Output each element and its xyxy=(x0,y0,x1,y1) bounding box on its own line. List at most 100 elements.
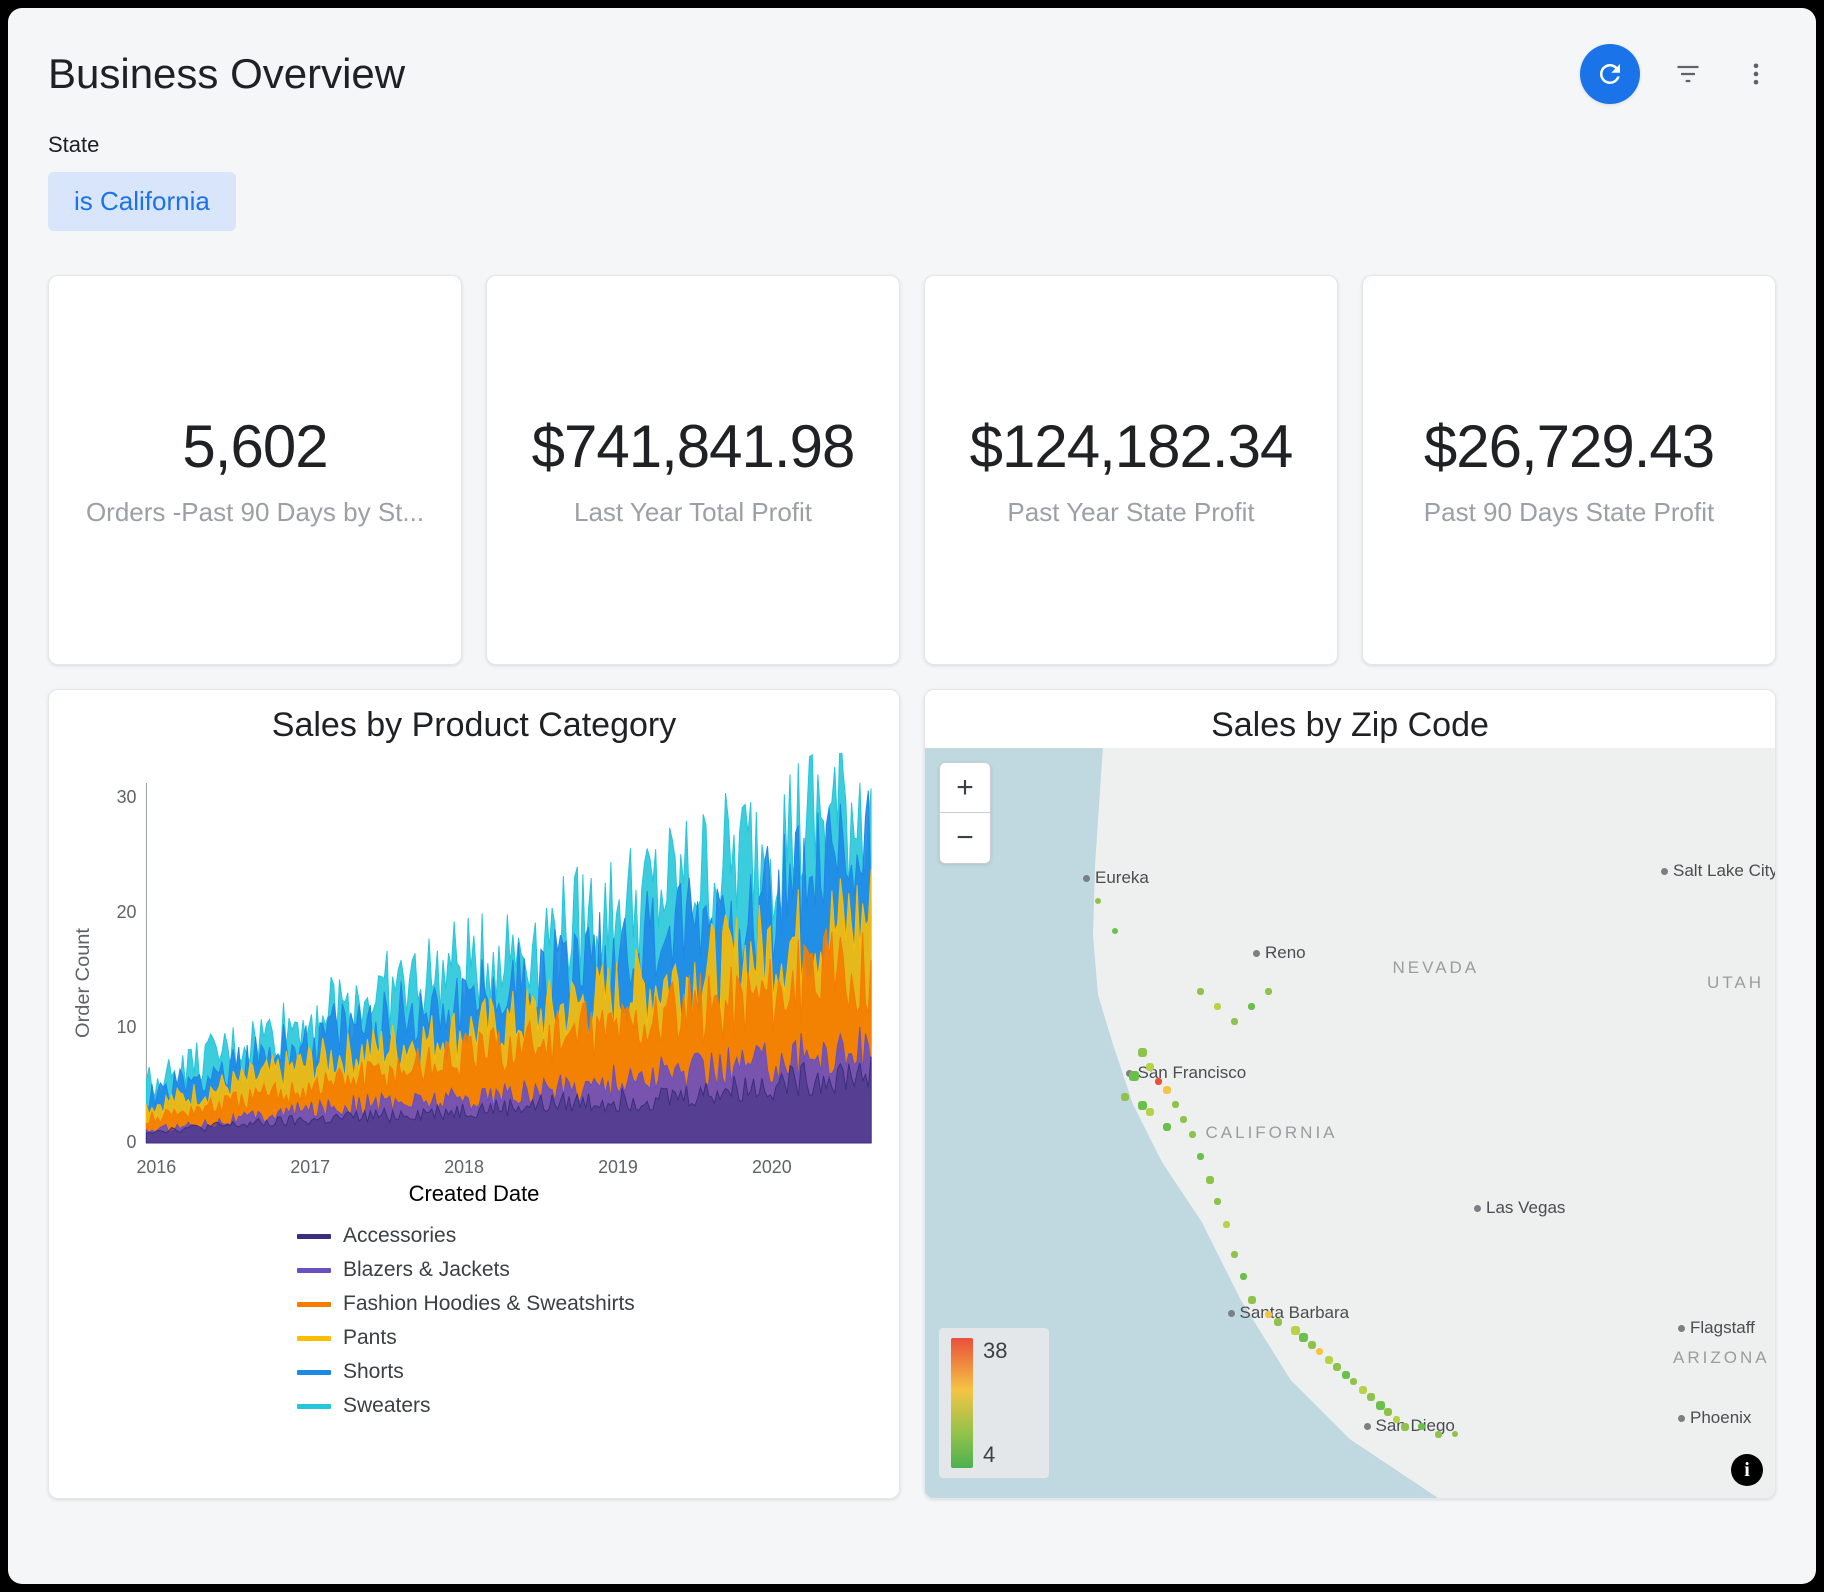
filter-chip-state[interactable]: is California xyxy=(48,172,236,231)
zip-dot[interactable] xyxy=(1384,1408,1392,1416)
kpi-value: 5,602 xyxy=(182,412,327,481)
kpi-label: Past Year State Profit xyxy=(1007,497,1254,528)
map-land-svg xyxy=(925,748,1775,1498)
zip-dot[interactable] xyxy=(1359,1386,1367,1394)
svg-text:2020: 2020 xyxy=(752,1157,792,1177)
zip-dot[interactable] xyxy=(1163,1123,1171,1131)
refresh-button[interactable] xyxy=(1580,44,1640,104)
zip-dot[interactable] xyxy=(1146,1108,1154,1116)
map-info-button[interactable]: i xyxy=(1731,1454,1763,1486)
zip-dot[interactable] xyxy=(1197,1153,1204,1160)
kpi-label: Orders -Past 90 Days by St... xyxy=(86,497,424,528)
zip-dot[interactable] xyxy=(1197,988,1204,995)
x-axis: 2016 2017 2018 2019 2020 xyxy=(136,1157,791,1177)
svg-text:30: 30 xyxy=(117,787,137,807)
zip-dot[interactable] xyxy=(1146,1063,1154,1071)
header-actions xyxy=(1580,44,1776,104)
kpi-label: Last Year Total Profit xyxy=(574,497,812,528)
kpi-orders-90d[interactable]: 5,602 Orders -Past 90 Days by St... xyxy=(48,275,462,665)
kpi-label: Past 90 Days State Profit xyxy=(1424,497,1714,528)
zip-dot[interactable] xyxy=(1367,1393,1375,1401)
zip-dot[interactable] xyxy=(1333,1363,1341,1371)
kpi-past-year-state-profit[interactable]: $124,182.34 Past Year State Profit xyxy=(924,275,1338,665)
legend-swatch xyxy=(297,1336,331,1341)
zip-dot[interactable] xyxy=(1223,1221,1230,1228)
zip-dot[interactable] xyxy=(1214,1003,1221,1010)
zip-dot[interactable] xyxy=(1189,1131,1196,1138)
zip-dot[interactable] xyxy=(1172,1101,1179,1108)
kpi-value: $741,841.98 xyxy=(532,412,855,481)
zip-dot[interactable] xyxy=(1206,1176,1214,1184)
zip-dot[interactable] xyxy=(1308,1341,1316,1349)
svg-text:2016: 2016 xyxy=(136,1157,176,1177)
legend-swatch xyxy=(297,1234,331,1239)
map-state-label: UTAH xyxy=(1707,973,1764,993)
map-canvas[interactable]: + − 38 4 i NEVADACALIFORNIAUTAHARIZONAEu… xyxy=(925,748,1775,1498)
kpi-row: 5,602 Orders -Past 90 Days by St... $741… xyxy=(48,275,1776,665)
svg-text:20: 20 xyxy=(117,902,137,922)
zip-dot[interactable] xyxy=(1316,1348,1323,1355)
zip-dot[interactable] xyxy=(1435,1431,1442,1438)
zip-dot[interactable] xyxy=(1231,1251,1238,1258)
legend-item[interactable]: Pants xyxy=(297,1321,881,1355)
legend-swatch xyxy=(297,1370,331,1375)
zip-dot[interactable] xyxy=(1163,1086,1171,1094)
zip-dot[interactable] xyxy=(1291,1326,1300,1335)
legend-item[interactable]: Accessories xyxy=(297,1219,881,1253)
zip-dot[interactable] xyxy=(1342,1371,1350,1379)
legend-item[interactable]: Blazers & Jackets xyxy=(297,1253,881,1287)
svg-text:2019: 2019 xyxy=(598,1157,638,1177)
zip-dot[interactable] xyxy=(1180,1116,1187,1123)
more-button[interactable] xyxy=(1736,54,1776,94)
legend-label: Blazers & Jackets xyxy=(343,1253,510,1287)
map-city-label: Las Vegas xyxy=(1486,1198,1565,1218)
map-state-label: ARIZONA xyxy=(1673,1348,1770,1368)
dashboard-frame: Business Overview State is California 5,… xyxy=(8,8,1816,1584)
legend-swatch xyxy=(297,1404,331,1409)
zip-dot[interactable] xyxy=(1325,1356,1333,1364)
zip-dot[interactable] xyxy=(1418,1423,1425,1430)
panel-sales-by-category[interactable]: Sales by Product Category Order Count 0 … xyxy=(48,689,900,1499)
zoom-in-button[interactable]: + xyxy=(940,763,990,813)
zip-dot[interactable] xyxy=(1248,1296,1256,1304)
zip-dot[interactable] xyxy=(1155,1078,1162,1085)
zip-dot[interactable] xyxy=(1214,1198,1221,1205)
zip-dot[interactable] xyxy=(1095,898,1101,904)
zip-dot[interactable] xyxy=(1248,1003,1255,1010)
filter-icon xyxy=(1674,60,1702,88)
kpi-90d-state-profit[interactable]: $26,729.43 Past 90 Days State Profit xyxy=(1362,275,1776,665)
zoom-out-button[interactable]: − xyxy=(940,813,990,863)
legend-item[interactable]: Shorts xyxy=(297,1355,881,1389)
svg-text:2018: 2018 xyxy=(444,1157,484,1177)
zip-dot[interactable] xyxy=(1138,1101,1147,1110)
zip-dot[interactable] xyxy=(1452,1431,1458,1437)
zip-dot[interactable] xyxy=(1112,928,1118,934)
zip-dot[interactable] xyxy=(1138,1048,1147,1057)
kpi-last-year-profit[interactable]: $741,841.98 Last Year Total Profit xyxy=(486,275,900,665)
panel-row: Sales by Product Category Order Count 0 … xyxy=(48,689,1776,1499)
zip-dot[interactable] xyxy=(1265,988,1272,995)
header: Business Overview xyxy=(48,44,1776,104)
zip-dot[interactable] xyxy=(1376,1401,1385,1410)
zip-dot[interactable] xyxy=(1265,1311,1272,1318)
legend-item[interactable]: Sweaters xyxy=(297,1389,881,1423)
zip-dot[interactable] xyxy=(1350,1378,1357,1385)
zip-dot[interactable] xyxy=(1129,1071,1139,1081)
map-city-label: San Diego xyxy=(1376,1416,1455,1436)
map-legend-min: 4 xyxy=(983,1442,1007,1468)
filter-button[interactable] xyxy=(1668,54,1708,94)
map-city-label: Eureka xyxy=(1095,868,1149,888)
zip-dot[interactable] xyxy=(1274,1318,1282,1326)
zip-dot[interactable] xyxy=(1401,1423,1409,1431)
legend-item[interactable]: Fashion Hoodies & Sweatshirts xyxy=(297,1287,881,1321)
svg-text:2017: 2017 xyxy=(290,1157,330,1177)
zip-dot[interactable] xyxy=(1240,1273,1247,1280)
panel-sales-by-zip[interactable]: Sales by Zip Code + − xyxy=(924,689,1776,1499)
zip-dot[interactable] xyxy=(1231,1018,1238,1025)
kpi-value: $124,182.34 xyxy=(970,412,1293,481)
y-axis: 0 10 20 30 xyxy=(117,787,137,1152)
zip-dot[interactable] xyxy=(1299,1333,1308,1342)
zip-dot[interactable] xyxy=(1121,1093,1129,1101)
map-zoom-control: + − xyxy=(939,762,991,864)
zip-dot[interactable] xyxy=(1393,1416,1400,1423)
